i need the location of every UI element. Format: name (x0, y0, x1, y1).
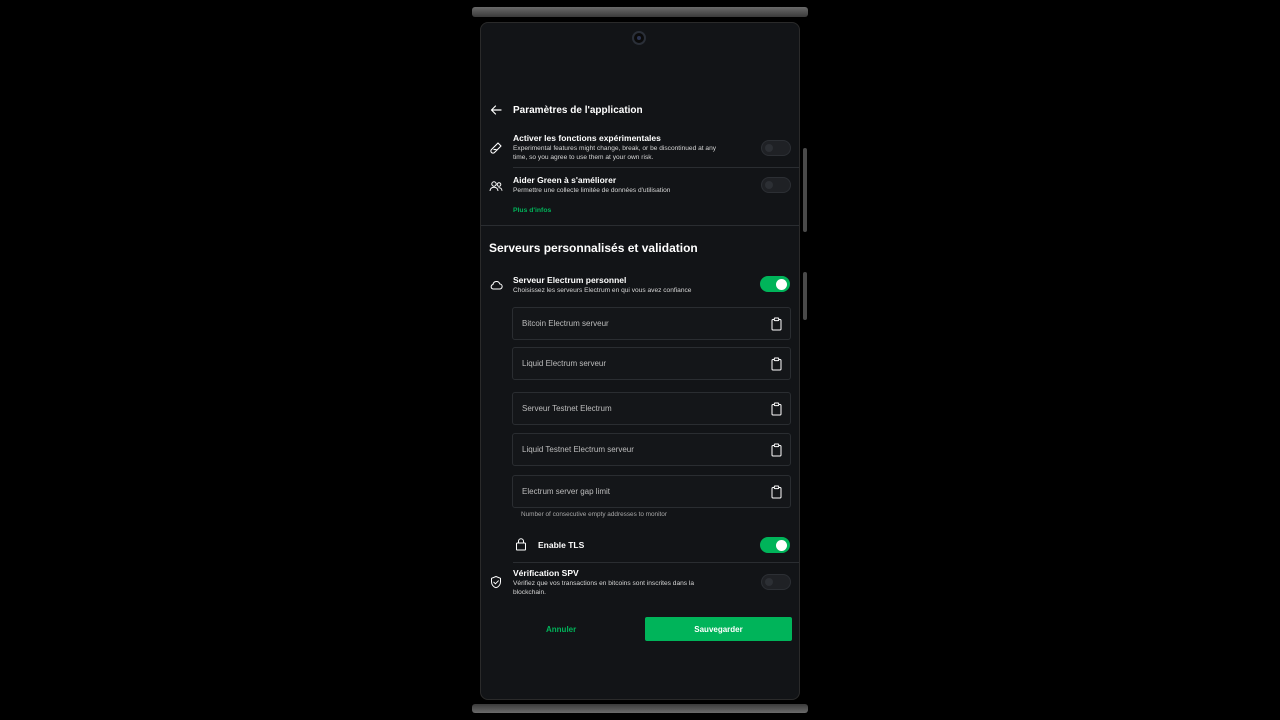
users-icon (489, 181, 503, 192)
front-camera (632, 31, 646, 45)
clipboard-icon[interactable] (770, 485, 783, 499)
spv-toggle[interactable] (761, 574, 791, 590)
liquid-electrum-placeholder: Liquid Electrum serveur (522, 359, 607, 368)
testnet-electrum-field[interactable]: Serveur Testnet Electrum (512, 392, 791, 425)
electrum-title: Serveur Electrum personnel (513, 275, 627, 285)
divider (513, 562, 799, 563)
spv-title: Vérification SPV (513, 568, 579, 578)
liquid-testnet-electrum-placeholder: Liquid Testnet Electrum serveur (522, 445, 634, 454)
phone-top-bezel (472, 7, 808, 17)
phone-screen: Paramètres de l'application Activer les … (480, 22, 800, 700)
bitcoin-electrum-placeholder: Bitcoin Electrum serveur (522, 319, 609, 328)
experimental-toggle[interactable] (761, 140, 791, 156)
lock-icon (516, 538, 526, 551)
analytics-toggle[interactable] (761, 177, 791, 193)
tls-toggle[interactable] (760, 537, 790, 553)
more-info-link[interactable]: Plus d'infos (513, 207, 551, 214)
divider (481, 225, 799, 226)
save-button[interactable]: Sauvegarder (645, 617, 792, 641)
analytics-title: Aider Green à s'améliorer (513, 175, 617, 185)
flask-icon (490, 142, 502, 154)
clipboard-icon[interactable] (770, 443, 783, 457)
gap-limit-placeholder: Electrum server gap limit (522, 487, 611, 496)
testnet-electrum-placeholder: Serveur Testnet Electrum (522, 404, 612, 413)
shield-check-icon (491, 576, 501, 589)
clipboard-icon[interactable] (770, 357, 783, 371)
gap-limit-hint: Number of consecutive empty addresses to… (521, 511, 667, 518)
bitcoin-electrum-field[interactable]: Bitcoin Electrum serveur (512, 307, 791, 340)
spv-desc-2: blockchain. (513, 589, 546, 596)
tls-label: Enable TLS (538, 540, 585, 550)
phone-power-button (803, 148, 807, 232)
analytics-desc: Permettre une collecte limitée de donnée… (513, 187, 671, 194)
experimental-title: Activer les fonctions expérimentales (513, 133, 661, 143)
divider (513, 167, 799, 168)
phone-bottom-bezel (472, 704, 808, 713)
section-title: Serveurs personnalisés et validation (489, 241, 698, 255)
page-title: Paramètres de l'application (513, 105, 643, 116)
experimental-desc-2: time, so you agree to use them at your o… (513, 154, 654, 161)
clipboard-icon[interactable] (770, 402, 783, 416)
cancel-button[interactable]: Annuler (546, 625, 576, 634)
gap-limit-field[interactable]: Electrum server gap limit (512, 475, 791, 508)
clipboard-icon[interactable] (770, 317, 783, 331)
back-arrow-icon[interactable] (489, 103, 503, 117)
cloud-icon (490, 281, 503, 290)
liquid-electrum-field[interactable]: Liquid Electrum serveur (512, 347, 791, 380)
liquid-testnet-electrum-field[interactable]: Liquid Testnet Electrum serveur (512, 433, 791, 466)
phone-volume-button (803, 272, 807, 320)
electrum-desc: Choisissez les serveurs Electrum en qui … (513, 287, 692, 294)
electrum-toggle[interactable] (760, 276, 790, 292)
